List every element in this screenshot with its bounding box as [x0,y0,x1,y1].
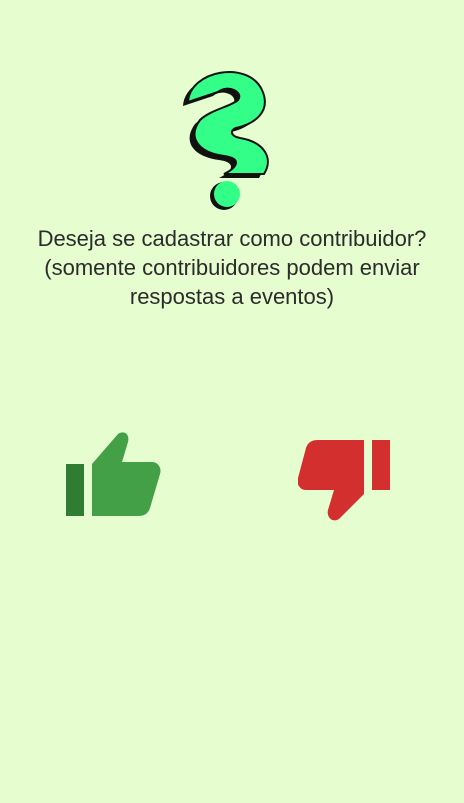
thumbs-down-icon [298,440,390,521]
question-mark-s-logo-icon [183,71,269,210]
app-logo [178,62,282,214]
thumbs-up-icon [66,432,161,516]
no-button[interactable] [298,436,394,528]
yes-button[interactable] [62,430,162,522]
contributor-prompt: Deseja se cadastrar como contribuidor? (… [0,224,464,311]
prompt-line-3: respostas a eventos) [129,284,335,309]
prompt-line-1: Deseja se cadastrar como contribuidor? [37,226,427,251]
prompt-line-2: (somente contribuidores podem enviar [44,255,420,280]
